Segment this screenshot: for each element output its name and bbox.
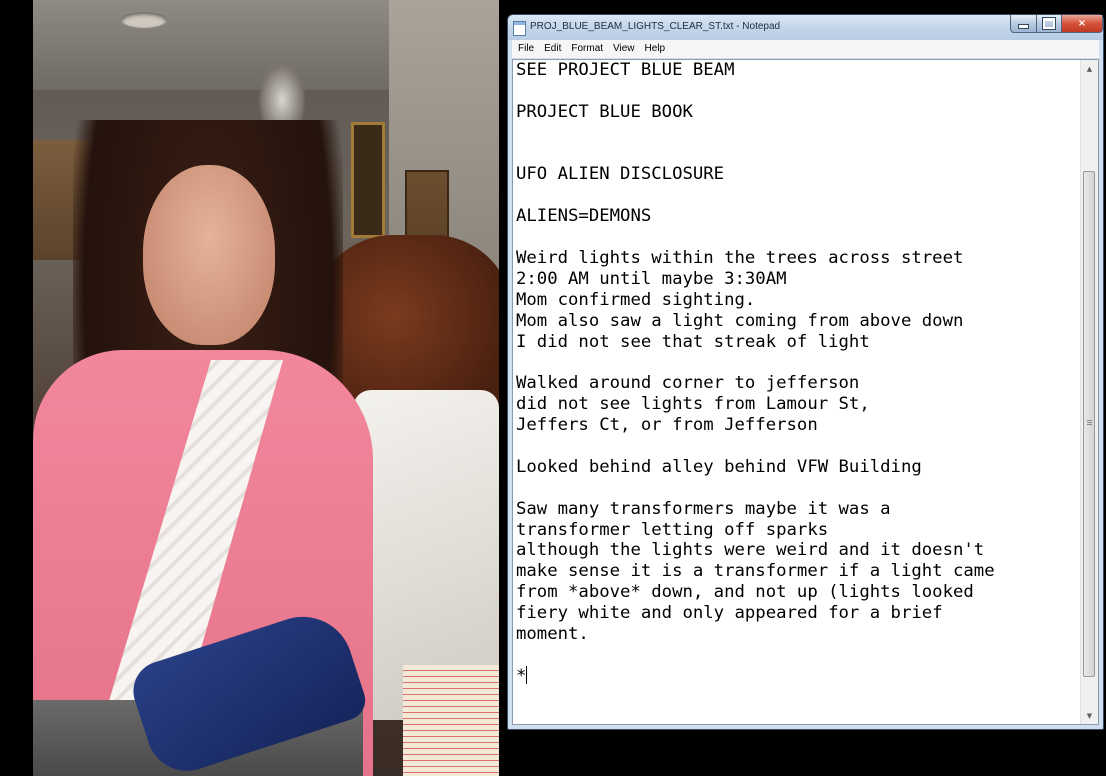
text-line: from *above* down, and not up (lights lo… [516, 582, 974, 603]
text-line: SEE PROJECT BLUE BEAM [516, 60, 735, 80]
text-line: I did not see that streak of light [516, 331, 870, 352]
text-line: Looked behind alley behind VFW Building [516, 456, 922, 477]
text-line: Mom also saw a light coming from above d… [516, 310, 964, 331]
text-line [516, 436, 1078, 457]
text-line: moment. [516, 624, 589, 645]
menu-help[interactable]: Help [640, 40, 671, 58]
ceiling-light [121, 12, 167, 28]
text-line [516, 144, 1078, 165]
notepad-window: PROJ_BLUE_BEAM_LIGHTS_CLEAR_ST.txt - Not… [507, 14, 1104, 730]
text-line [516, 645, 1078, 666]
vertical-scrollbar[interactable]: ▲ ▼ [1080, 60, 1098, 724]
grip-icon [1087, 420, 1092, 425]
menu-format[interactable]: Format [566, 40, 608, 58]
menu-bar: File Edit Format View Help [512, 40, 1099, 59]
text-line: Mom confirmed sighting. [516, 289, 756, 310]
scroll-up-arrow-icon[interactable]: ▲ [1081, 60, 1098, 77]
text-line [516, 352, 1078, 373]
papers-stack [403, 665, 499, 776]
text-line: Walked around corner to jefferson [516, 373, 860, 394]
document-text[interactable]: SEE PROJECT BLUE BEAM PROJECT BLUE BOOK UF… [516, 60, 1078, 724]
webcam-video [33, 0, 499, 776]
text-line: 2:00 AM until maybe 3:30AM [516, 268, 787, 289]
text-line: transformer letting off sparks [516, 519, 829, 540]
text-line: PROJECT BLUE BOOK [516, 101, 693, 122]
title-bar[interactable]: PROJ_BLUE_BEAM_LIGHTS_CLEAR_ST.txt - Not… [508, 15, 1103, 40]
text-line: Jeffers Ct, or from Jefferson [516, 415, 818, 436]
text-line [516, 227, 1078, 248]
text-line: did not see lights from Lamour St, [516, 394, 870, 415]
text-line: although the lights were weird and it do… [516, 540, 985, 561]
close-icon: × [1077, 18, 1087, 29]
minimize-button[interactable] [1010, 15, 1037, 33]
text-line: ALIENS=DEMONS [516, 206, 652, 227]
text-line: Weird lights within the trees across str… [516, 248, 964, 269]
text-editor[interactable]: SEE PROJECT BLUE BEAM PROJECT BLUE BOOK UF… [512, 59, 1099, 725]
text-line: make sense it is a transformer if a ligh… [516, 561, 995, 582]
maximize-button[interactable] [1036, 15, 1062, 33]
window-title: PROJ_BLUE_BEAM_LIGHTS_CLEAR_ST.txt - Not… [530, 21, 781, 32]
notepad-icon[interactable] [513, 21, 526, 36]
text-line: * [516, 665, 528, 686]
text-line [516, 123, 1078, 144]
maximize-icon [1042, 17, 1056, 30]
menu-edit[interactable]: Edit [539, 40, 566, 58]
text-caret [526, 665, 528, 684]
text-line [516, 185, 1078, 206]
scroll-down-arrow-icon[interactable]: ▼ [1081, 707, 1098, 724]
text-line: fiery white and only appeared for a brie… [516, 603, 943, 624]
text-line [516, 81, 1078, 102]
minimize-icon [1018, 24, 1029, 29]
close-button[interactable]: × [1061, 15, 1103, 33]
picture-frame [351, 122, 385, 238]
text-line: UFO ALIEN DISCLOSURE [516, 164, 725, 185]
text-line [516, 478, 1078, 499]
menu-view[interactable]: View [608, 40, 640, 58]
person-face [143, 165, 275, 345]
scrollbar-thumb[interactable] [1083, 171, 1095, 677]
menu-file[interactable]: File [512, 40, 539, 58]
text-line: Saw many transformers maybe it was a [516, 498, 891, 519]
